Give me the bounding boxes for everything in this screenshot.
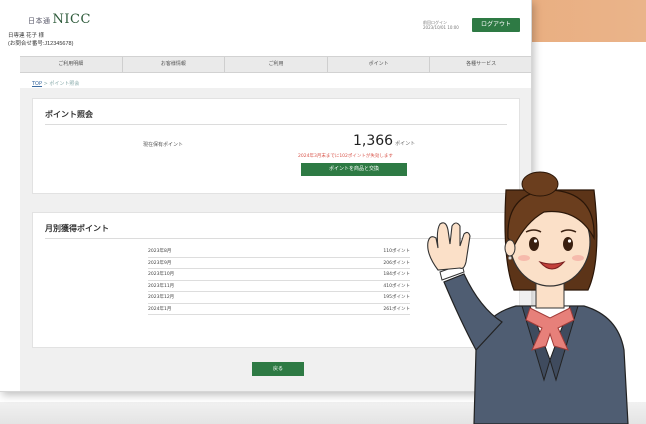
- row-month: 2023年11月: [148, 283, 175, 289]
- table-row: 2023年11月 410ポイント: [148, 281, 410, 292]
- table-row: 2024年1月 261ポイント: [148, 304, 410, 315]
- row-points: 410ポイント: [383, 283, 410, 289]
- row-points: 261ポイント: [383, 306, 410, 312]
- site-logo[interactable]: 日本通 NICC: [28, 12, 91, 27]
- divider: [45, 124, 507, 125]
- breadcrumb-current: ポイント照会: [49, 81, 80, 87]
- logout-button[interactable]: ログアウト: [472, 18, 520, 32]
- user-info: 日専連 花子 様 (お問合せ番号:J12345678): [8, 32, 73, 48]
- points-title: ポイント照会: [45, 110, 93, 119]
- customer-number: (お問合せ番号:J12345678): [8, 41, 74, 47]
- table-row: 2023年10月 184ポイント: [148, 269, 410, 281]
- row-month: 2024年1月: [148, 306, 172, 312]
- nav-item-profile[interactable]: お客様情報: [121, 57, 225, 72]
- guide-woman-illustration: [427, 171, 629, 424]
- row-points: 206ポイント: [383, 260, 410, 266]
- row-points: 184ポイント: [383, 272, 410, 277]
- global-nav: ご利用明細 お客様情報 ご利用 ポイント 各種サービス: [20, 56, 531, 73]
- nav-item-usage[interactable]: ご利用: [224, 57, 327, 72]
- points-unit: ポイント: [395, 141, 416, 147]
- monthly-points-title: 月別獲得ポイント: [45, 224, 109, 233]
- site-header: 日本通 NICC 日専連 花子 様 (お問合せ番号:J12345678) 前回ログ…: [0, 0, 531, 52]
- logo-text: NICC: [52, 12, 91, 27]
- breadcrumb: TOP > ポイント照会: [32, 80, 79, 87]
- row-month: 2023年8月: [148, 249, 172, 254]
- nav-item-services[interactable]: 各種サービス: [429, 57, 531, 72]
- breadcrumb-home-link[interactable]: TOP: [32, 81, 42, 87]
- expiry-warning: 2024年3月末までに102ポイントが失効します: [298, 154, 393, 159]
- user-name: 日専連 花子 様: [8, 33, 45, 39]
- back-button[interactable]: 戻る: [252, 362, 304, 376]
- nav-item-statement[interactable]: ご利用明細: [20, 57, 122, 72]
- exchange-points-button[interactable]: ポイントを商品と交換: [301, 163, 407, 176]
- table-row: 2023年12月 195ポイント: [148, 292, 410, 304]
- last-login-note: 前回ログイン 2023/10/01 10:00: [423, 20, 459, 30]
- row-month: 2023年10月: [148, 272, 175, 277]
- row-month: 2023年12月: [148, 295, 175, 300]
- table-row: 2023年9月 206ポイント: [148, 258, 410, 269]
- points-value: 1,366 ポイント: [353, 133, 415, 149]
- logo-prefix: 日本通: [28, 17, 51, 25]
- nav-item-points[interactable]: ポイント: [326, 57, 430, 72]
- row-month: 2023年9月: [148, 260, 172, 266]
- row-points: 110ポイント: [383, 249, 410, 254]
- monthly-points-table: 2023年8月 110ポイント 2023年9月 206ポイント 2023年10月 18…: [148, 246, 410, 315]
- points-number: 1,366: [353, 133, 394, 149]
- table-row: 2023年8月 110ポイント: [148, 246, 410, 258]
- row-points: 195ポイント: [383, 295, 410, 300]
- points-label: 現在保有ポイント: [143, 142, 184, 148]
